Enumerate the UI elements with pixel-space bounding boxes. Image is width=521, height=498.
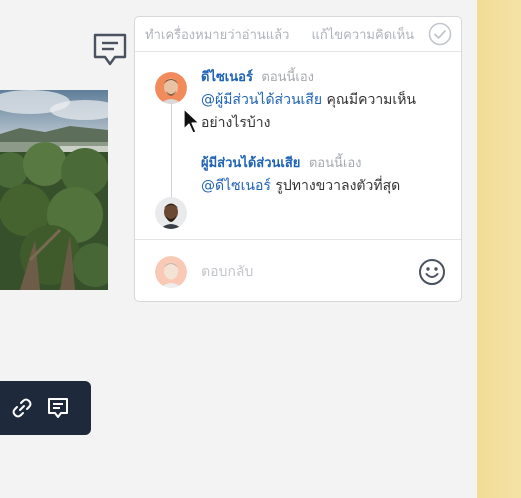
mention-link[interactable]: @ผู้มีส่วนได้ส่วนเสีย: [201, 92, 322, 108]
comment-toggle-button[interactable]: [91, 31, 129, 69]
mention-link[interactable]: @ดีไซเนอร์: [201, 178, 271, 194]
comment-text: @ผู้มีส่วนได้ส่วนเสีย คุณมีความเห็นอย่าง…: [201, 89, 451, 135]
emoji-button[interactable]: [417, 257, 447, 287]
avatar: [155, 255, 187, 288]
copy-link-button[interactable]: [8, 394, 36, 422]
comment-icon: [93, 33, 127, 66]
comment-content: ดีไซเนอร์ ตอนนี้เอง @ผู้มีส่วนได้ส่วนเสี…: [201, 66, 451, 135]
comment-author[interactable]: ผู้มีส่วนได้ส่วนเสีย: [201, 156, 300, 171]
comment-content: ผู้มีส่วนได้ส่วนเสีย ตอนนี้เอง @ดีไซเนอร…: [201, 152, 451, 198]
check-circle-icon: [428, 22, 452, 46]
comment-icon: [48, 398, 68, 418]
link-icon: [12, 398, 32, 418]
comment-author[interactable]: ดีไซเนอร์: [201, 70, 253, 85]
resolve-button[interactable]: [428, 22, 452, 46]
mouse-cursor-icon: [183, 108, 200, 134]
thread-connector-line: [171, 104, 172, 206]
avatar[interactable]: [155, 197, 187, 229]
avatar[interactable]: [155, 72, 187, 104]
add-comment-button[interactable]: [44, 394, 72, 422]
reply-input[interactable]: [201, 263, 401, 280]
comment-thread-panel: ทำเครื่องหมายว่าอ่านแล้ว แก้ไขความคิดเห็…: [134, 16, 462, 302]
comment-timestamp: ตอนนี้เอง: [308, 156, 362, 171]
comment-message: รูปทางขวาลงตัวที่สุด: [275, 178, 401, 194]
mark-as-read-button[interactable]: ทำเครื่องหมายว่าอ่านแล้ว: [145, 24, 289, 45]
smiley-icon: [419, 259, 445, 285]
comment-text: @ดีไซเนอร์ รูปทางขวาลงตัวที่สุด: [201, 175, 451, 198]
floating-toolbar: [0, 381, 91, 435]
comment-thread: ดีไซเนอร์ ตอนนี้เอง @ผู้มีส่วนได้ส่วนเสี…: [135, 52, 461, 240]
comment-panel-header: ทำเครื่องหมายว่าอ่านแล้ว แก้ไขความคิดเห็…: [135, 17, 461, 52]
yellow-side-panel: [477, 0, 521, 498]
comment-timestamp: ตอนนี้เอง: [261, 70, 315, 85]
reply-area: [135, 239, 461, 301]
landscape-photo: [0, 90, 108, 290]
edit-comment-button[interactable]: แก้ไขความคิดเห็น: [311, 24, 414, 45]
